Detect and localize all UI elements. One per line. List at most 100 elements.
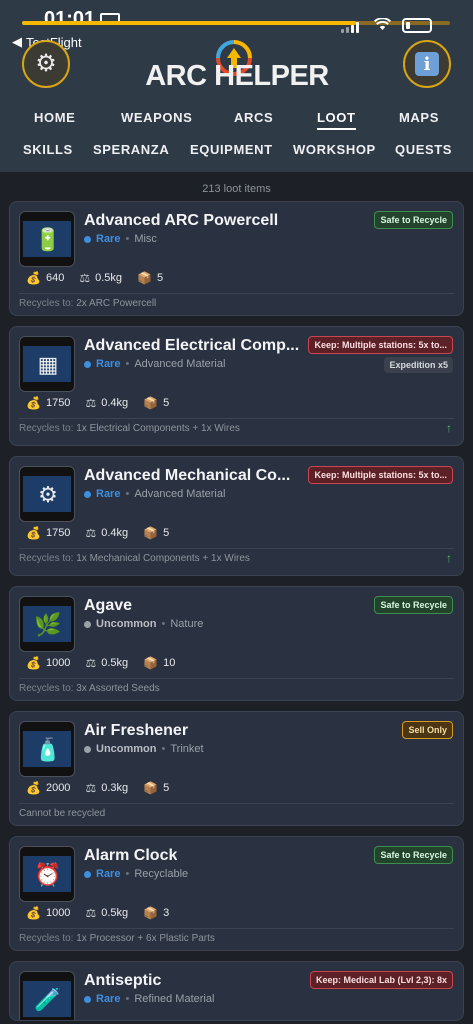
item-name: Advanced ARC Powercell bbox=[84, 212, 279, 229]
nav-tab-equipment[interactable]: EQUIPMENT bbox=[190, 142, 273, 157]
item-stats: 💰 1750 ⚖ 0.4kg 📦 5 bbox=[26, 397, 184, 409]
nav-tab-home[interactable]: HOME bbox=[34, 110, 75, 125]
card-divider bbox=[19, 928, 454, 929]
settings-button[interactable]: ⚙ bbox=[22, 40, 70, 88]
signal-icon bbox=[341, 22, 359, 33]
recycle-output: Recycles to: 1x Electrical Components + … bbox=[19, 423, 240, 434]
scale-icon: ⚖ bbox=[85, 656, 97, 670]
item-thumbnail: 🔋 bbox=[19, 211, 75, 267]
item-rarity: Rare bbox=[96, 358, 121, 370]
nav-tab-loot[interactable]: LOOT bbox=[317, 110, 356, 130]
loot-card[interactable]: 🧪 Antiseptic Rare • Refined Material Kee… bbox=[9, 961, 464, 1021]
recycle-result: 1x Electrical Components + 1x Wires bbox=[76, 423, 240, 434]
item-stack-size: 5 bbox=[163, 782, 170, 794]
rarity-dot-icon bbox=[84, 490, 91, 498]
stack-stat: 📦 5 bbox=[143, 397, 169, 409]
loot-card[interactable]: ⏰ Alarm Clock Rare • Recyclable Safe to … bbox=[9, 836, 464, 951]
recycle-label: Recycles to: bbox=[19, 553, 74, 564]
scale-icon: ⚖ bbox=[85, 781, 97, 795]
rarity-dot-icon bbox=[84, 620, 91, 628]
item-stack-size: 10 bbox=[163, 657, 176, 669]
item-thumbnail: 🌿 bbox=[19, 596, 75, 652]
recycle-output: Cannot be recycled bbox=[19, 808, 106, 819]
item-weight: 0.4kg bbox=[101, 397, 129, 409]
item-rarity: Rare bbox=[96, 233, 121, 245]
recycle-advice-badge: Safe to Recycle bbox=[374, 596, 453, 614]
stack-stat: 📦 10 bbox=[143, 657, 175, 669]
info-icon: i bbox=[415, 52, 439, 76]
bottle-icon: 🧪 bbox=[34, 987, 62, 1012]
item-meta: Rare • Refined Material bbox=[84, 993, 214, 1005]
meta-separator: • bbox=[125, 868, 130, 880]
price-stat: 💰 1000 bbox=[26, 657, 70, 669]
weight-stat: ⚖ 0.5kg bbox=[79, 272, 122, 284]
spray-can-icon: 🧴 bbox=[34, 737, 62, 762]
item-rarity: Rare bbox=[96, 488, 121, 500]
item-rarity: Uncommon bbox=[96, 618, 157, 630]
weight-stat: ⚖ 0.4kg bbox=[85, 397, 128, 409]
item-rarity: Rare bbox=[96, 868, 121, 880]
item-stack-size: 5 bbox=[163, 397, 170, 409]
item-name: Advanced Mechanical Co... bbox=[84, 467, 291, 484]
item-weight: 0.5kg bbox=[101, 657, 129, 669]
gear-icon: ⚙ bbox=[35, 50, 57, 77]
loot-card[interactable]: 🌿 Agave Uncommon • Nature Safe to Recycl… bbox=[9, 586, 464, 701]
card-divider bbox=[19, 418, 454, 419]
scale-icon: ⚖ bbox=[79, 271, 91, 285]
meta-separator: • bbox=[125, 358, 130, 370]
wifi-icon bbox=[373, 17, 392, 35]
arrow-up-icon: ↑ bbox=[446, 421, 452, 435]
loot-card[interactable]: ⚙ Advanced Mechanical Co... Rare • Advan… bbox=[9, 456, 464, 576]
info-button[interactable]: i bbox=[403, 40, 451, 88]
item-name: Antiseptic bbox=[84, 972, 162, 989]
item-meta: Rare • Advanced Material bbox=[84, 488, 225, 500]
price-stat: 💰 640 bbox=[26, 272, 64, 284]
status-time: 01:01 bbox=[44, 8, 96, 30]
scale-icon: ⚖ bbox=[85, 526, 97, 540]
weight-stat: ⚖ 0.4kg bbox=[85, 527, 128, 539]
loot-card[interactable]: ▦ Advanced Electrical Comp... Rare • Adv… bbox=[9, 326, 464, 446]
loot-count: 213 loot items bbox=[202, 183, 271, 195]
item-stats: 💰 640 ⚖ 0.5kg 📦 5 bbox=[26, 272, 178, 284]
box-icon: 📦 bbox=[137, 271, 152, 285]
nav-tab-arcs[interactable]: ARCS bbox=[234, 110, 273, 125]
status-bar: 01:01 bbox=[0, 0, 473, 34]
stack-stat: 📦 3 bbox=[143, 907, 169, 919]
scale-icon: ⚖ bbox=[85, 396, 97, 410]
weight-stat: ⚖ 0.3kg bbox=[85, 782, 128, 794]
item-meta: Uncommon • Trinket bbox=[84, 743, 204, 755]
recycle-label: Recycles to: bbox=[19, 423, 74, 434]
loot-card[interactable]: 🧴 Air Freshener Uncommon • Trinket Sell … bbox=[9, 711, 464, 826]
mechanical-part-icon: ⚙ bbox=[38, 482, 58, 507]
recycle-label: Recycles to: bbox=[19, 683, 74, 694]
back-arrow-icon: ◀ bbox=[12, 34, 22, 49]
recycle-advice-badge: Keep: Multiple stations: 5x to... bbox=[308, 466, 453, 484]
money-bag-icon: 💰 bbox=[26, 906, 41, 920]
item-name: Alarm Clock bbox=[84, 847, 178, 864]
item-category: Nature bbox=[170, 618, 204, 630]
nav-tab-maps[interactable]: MAPS bbox=[399, 110, 439, 125]
card-divider bbox=[19, 803, 454, 804]
nav-tab-quests[interactable]: QUESTS bbox=[395, 142, 452, 157]
app-logo: ARC HELPER bbox=[137, 36, 337, 94]
item-category: Refined Material bbox=[134, 993, 215, 1005]
item-meta: Uncommon • Nature bbox=[84, 618, 203, 630]
recycle-label: Recycles to: bbox=[19, 933, 74, 944]
box-icon: 📦 bbox=[143, 906, 159, 920]
loot-card[interactable]: 🔋 Advanced ARC Powercell Rare • Misc Saf… bbox=[9, 201, 464, 316]
item-rarity: Rare bbox=[96, 993, 121, 1005]
nav-tab-workshop[interactable]: WORKSHOP bbox=[293, 142, 376, 157]
nav-tab-weapons[interactable]: WEAPONS bbox=[121, 110, 192, 125]
item-thumbnail: ▦ bbox=[19, 336, 75, 392]
nav-tab-skills[interactable]: SKILLS bbox=[23, 142, 73, 157]
money-bag-icon: 💰 bbox=[26, 526, 41, 540]
card-divider bbox=[19, 678, 454, 679]
item-rarity: Uncommon bbox=[96, 743, 157, 755]
item-stack-size: 5 bbox=[163, 527, 170, 539]
item-category: Advanced Material bbox=[134, 358, 226, 370]
recycle-result: 1x Mechanical Components + 1x Wires bbox=[76, 553, 250, 564]
nav-tab-speranza[interactable]: SPERANZA bbox=[93, 142, 169, 157]
recycle-advice-badge: Safe to Recycle bbox=[374, 846, 453, 864]
recycle-advice-badge: Keep: Medical Lab (Lvl 2,3): 8x bbox=[309, 971, 453, 989]
money-bag-icon: 💰 bbox=[26, 781, 41, 795]
